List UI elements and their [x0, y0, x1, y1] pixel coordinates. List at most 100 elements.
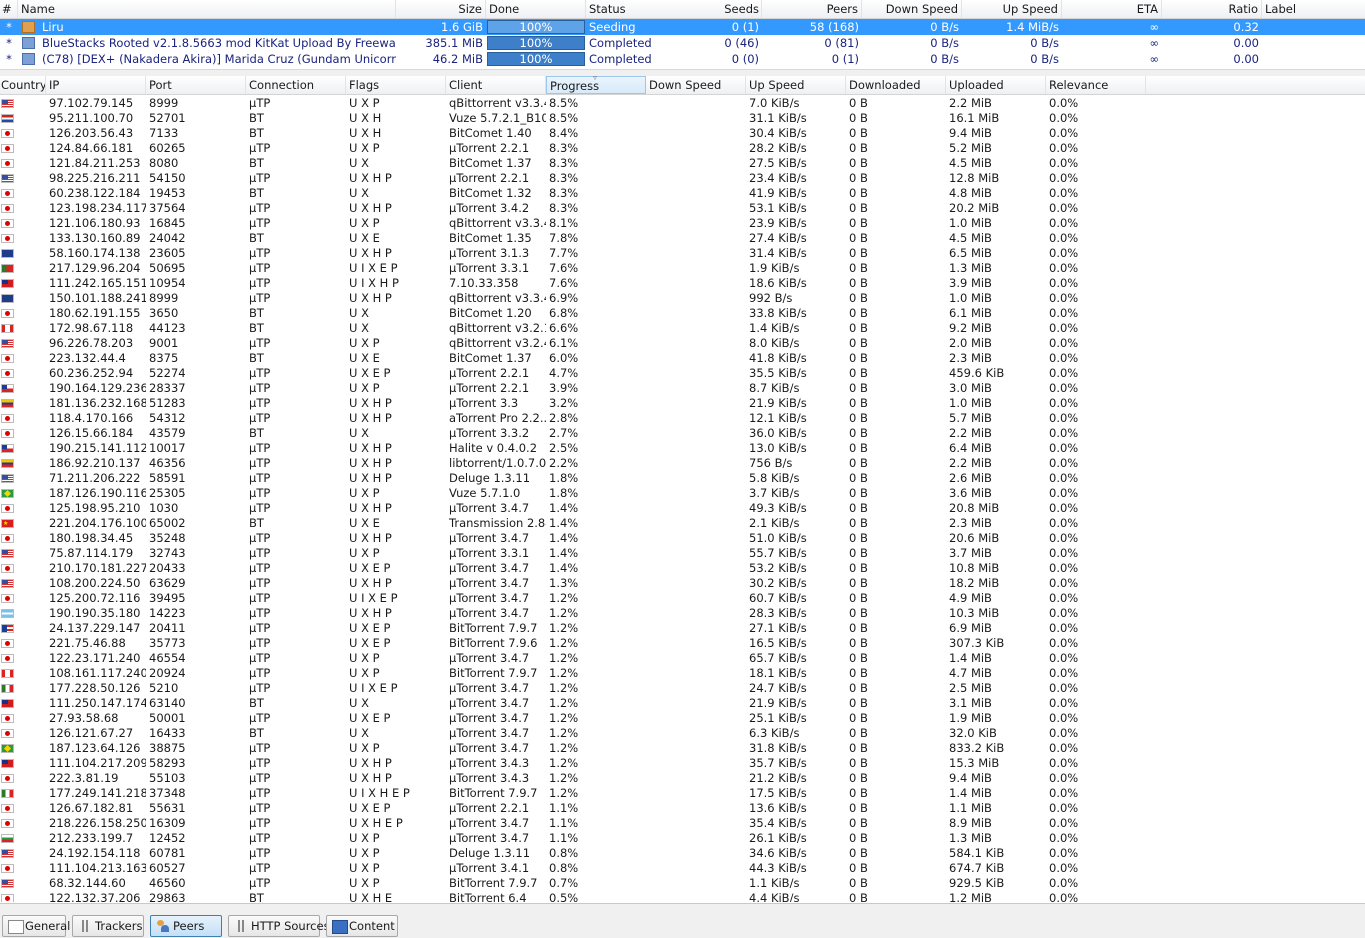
col-header-name[interactable]: Name [18, 0, 396, 18]
tab-http-sources[interactable]: HTTP Sources [228, 915, 330, 937]
peer-flags: U X P [349, 96, 380, 110]
peer-row[interactable]: 111.250.147.174 63140 BT U X µTorrent 3.4.7 1… [0, 696, 1365, 711]
tab-general[interactable]: General [2, 915, 70, 937]
col-header-done[interactable]: Done [486, 0, 586, 18]
peer-row[interactable]: 121.84.211.253 8080 BT U X BitComet 1.37 8.3%… [0, 156, 1365, 171]
peer-row[interactable]: 97.102.79.145 8999 µTP U X P qBittorrent v3.… [0, 96, 1365, 111]
peer-row[interactable]: 122.132.37.206 29863 BT U X H E BitTorrent 6… [0, 891, 1365, 902]
peer-row[interactable]: 111.242.165.151 10954 µTP U I X H P 7.10.33.… [0, 276, 1365, 291]
peer-row[interactable]: 122.23.171.240 46554 µTP U X P µTorrent 3.4.… [0, 651, 1365, 666]
peer-row[interactable]: 217.129.96.204 50695 µTP U I X E P µTorrent … [0, 261, 1365, 276]
peer-row[interactable]: 126.121.67.27 16433 BT U X µTorrent 3.4.7 1.2… [0, 726, 1365, 741]
peer-row[interactable]: 186.92.210.137 46356 µTP U X H P libtorrent/… [0, 456, 1365, 471]
torrent-row[interactable]: * (C78) [DEX+ (Nakadera Akira)] Marida Cr… [0, 51, 1365, 67]
peer-dl: 0 B [849, 531, 868, 545]
col-header-up-speed[interactable]: Up Speed [746, 76, 846, 94]
tab-peers[interactable]: Peers [150, 915, 222, 937]
col-header-seeds[interactable]: Seeds [686, 0, 762, 18]
peer-row[interactable]: 218.226.158.250 16309 µTP U X H E P µTorrent… [0, 816, 1365, 831]
peer-port: 8999 [149, 96, 179, 110]
col-header-uploaded[interactable]: Uploaded [946, 76, 1046, 94]
peer-port: 8080 [149, 156, 179, 170]
col-header-ratio[interactable]: Ratio [1162, 0, 1262, 18]
peer-ul: 8.9 MiB [949, 816, 992, 830]
col-header-peers[interactable]: Peers [762, 0, 862, 18]
peer-row[interactable]: 124.84.66.181 60265 µTP U X P µTorrent 2.2.1… [0, 141, 1365, 156]
col-header-hash[interactable]: # [0, 0, 18, 18]
peer-dl: 0 B [849, 801, 868, 815]
col-header-connection[interactable]: Connection [246, 76, 346, 94]
tab-trackers[interactable]: Trackers [72, 915, 144, 937]
peer-row[interactable]: 221.75.46.88 35773 µTP U X E P BitTorrent 7.… [0, 636, 1365, 651]
peer-row[interactable]: 210.170.181.227 20433 µTP U X E P µTorrent 3… [0, 561, 1365, 576]
col-header-flags[interactable]: Flags [346, 76, 446, 94]
peer-row[interactable]: 108.200.224.50 63629 µTP U X H P µTorrent 3.… [0, 576, 1365, 591]
peer-row[interactable]: 95.211.100.70 52701 BT U X H Vuze 5.7.2.1_B1… [0, 111, 1365, 126]
peer-row[interactable]: 71.211.206.222 58591 µTP U X H P Deluge 1.3.… [0, 471, 1365, 486]
peer-row[interactable]: 96.226.78.203 9001 µTP U X P qBittorrent v3.… [0, 336, 1365, 351]
peer-row[interactable]: 187.126.190.116 25305 µTP U X P Vuze 5.7.1.0… [0, 486, 1365, 501]
col-header-size[interactable]: Size [396, 0, 486, 18]
peer-ip: 108.200.224.50 [49, 576, 141, 590]
peer-row[interactable]: 126.15.66.184 43579 BT U X µTorrent 3.3.2 2.7… [0, 426, 1365, 441]
peer-port: 20924 [149, 666, 186, 680]
peer-row[interactable]: 118.4.170.166 54312 µTP U X H P aTorrent Pro… [0, 411, 1365, 426]
peer-row[interactable]: 111.104.217.209 58293 µTP U X H P µTorrent 3… [0, 756, 1365, 771]
peer-row[interactable]: 24.137.229.147 20411 µTP U X E P BitTorrent … [0, 621, 1365, 636]
peer-up: 992 B/s [749, 291, 793, 305]
torrent-peers: 0 (1) [831, 52, 859, 66]
peer-down [646, 141, 746, 156]
peer-row[interactable]: 187.123.64.126 38875 µTP U X P µTorrent 3.4.… [0, 741, 1365, 756]
peer-row[interactable]: 190.190.35.180 14223 µTP U X H P µTorrent 3.… [0, 606, 1365, 621]
peer-row[interactable]: 125.200.72.116 39495 µTP U I X E P µTorrent … [0, 591, 1365, 606]
torrent-row[interactable]: * Liru 1.6 GiB Seeding 0 (1) 58 (168) 0 B/s 1.4… [0, 19, 1365, 35]
peer-progress: 7.7% [549, 246, 579, 260]
torrent-down: 0 B/s [930, 52, 959, 66]
peer-flags: U I X E P [349, 261, 398, 275]
peer-row[interactable]: 108.161.117.240 20924 µTP U X P BitTorrent 7… [0, 666, 1365, 681]
peer-row[interactable]: 190.164.129.236 28337 µTP U X P µTorrent 2.2… [0, 381, 1365, 396]
peer-row[interactable]: 75.87.114.179 32743 µTP U X P µTorrent 3.3.1… [0, 546, 1365, 561]
col-header-up-speed[interactable]: Up Speed [962, 0, 1062, 18]
peer-row[interactable]: 223.132.44.4 8375 BT U X E BitComet 1.37 6.0%… [0, 351, 1365, 366]
peer-row[interactable]: 172.98.67.118 44123 BT U X qBittorrent v3.2.… [0, 321, 1365, 336]
peer-row[interactable]: 123.198.234.117 37564 µTP U X H P µTorrent 3… [0, 201, 1365, 216]
peer-row[interactable]: 133.130.160.89 24042 BT U X E BitComet 1.35 7… [0, 231, 1365, 246]
col-header-ip[interactable]: IP [46, 76, 146, 94]
peer-row[interactable]: 24.192.154.118 60781 µTP U X P Deluge 1.3.11… [0, 846, 1365, 861]
peer-row[interactable]: 60.236.252.94 52274 µTP U X E P µTorrent 2.2… [0, 366, 1365, 381]
peer-row[interactable]: 180.198.34.45 35248 µTP U X H P µTorrent 3.4… [0, 531, 1365, 546]
col-header-down-speed[interactable]: Down Speed [646, 76, 746, 94]
peer-row[interactable]: 212.233.199.7 12452 µTP U X P µTorrent 3.4.7… [0, 831, 1365, 846]
peer-row[interactable]: 222.3.81.19 55103 µTP U X H P µTorrent 3.4.3… [0, 771, 1365, 786]
col-header-port[interactable]: Port [146, 76, 246, 94]
peer-row[interactable]: 27.93.58.68 50001 µTP U X E P µTorrent 3.4.7… [0, 711, 1365, 726]
col-header-country[interactable]: Country [0, 76, 46, 94]
peer-row[interactable]: 68.32.144.60 46560 µTP U X P BitTorrent 7.9.… [0, 876, 1365, 891]
peer-row[interactable]: 58.160.174.138 23605 µTP U X H P µTorrent 3.… [0, 246, 1365, 261]
peer-row[interactable]: 177.249.141.218 37348 µTP U I X H E P BitTor… [0, 786, 1365, 801]
peer-client: Vuze 5.7.1.0 [449, 486, 521, 500]
peer-row[interactable]: 177.228.50.126 5210 µTP U I X E P µTorrent 3… [0, 681, 1365, 696]
peer-row[interactable]: 221.204.176.10065002 BT U X E Transmission … [0, 516, 1365, 531]
peer-row[interactable]: 180.62.191.155 3650 BT U X BitComet 1.20 6.8%… [0, 306, 1365, 321]
peer-row[interactable]: 150.101.188.241 8999 µTP U X H P qBittorrent… [0, 291, 1365, 306]
tab-content[interactable]: Content [326, 915, 398, 937]
peer-row[interactable]: 125.198.95.210 1030 µTP U X H P µTorrent 3.4… [0, 501, 1365, 516]
torrent-row[interactable]: * BlueStacks Rooted v2.1.8.5663 mod KitKa… [0, 35, 1365, 51]
peer-row[interactable]: 111.104.213.163 60527 µTP U X P µTorrent 3.4… [0, 861, 1365, 876]
peer-client: µTorrent 2.2.1 [449, 366, 530, 380]
peer-row[interactable]: 181.136.232.168 51283 µTP U X H P µTorrent 3… [0, 396, 1365, 411]
peer-row[interactable]: 190.215.141.112 10017 µTP U X H P Halite v 0… [0, 441, 1365, 456]
col-header-downloaded[interactable]: Downloaded [846, 76, 946, 94]
col-header-down-speed[interactable]: Down Speed [862, 0, 962, 18]
peer-row[interactable]: 126.67.182.81 55631 µTP U X E P µTorrent 2.2… [0, 801, 1365, 816]
peer-row[interactable]: 98.225.216.211 54150 µTP U X H P µTorrent 2.… [0, 171, 1365, 186]
peer-row[interactable]: 60.238.122.184 19453 BT U X BitComet 1.32 8.3… [0, 186, 1365, 201]
peer-row[interactable]: 126.203.56.43 7133 BT U X H BitComet 1.40 8.4… [0, 126, 1365, 141]
col-header-label[interactable]: Label [1262, 0, 1365, 18]
col-header-relevance[interactable]: Relevance [1046, 76, 1146, 94]
col-header-eta[interactable]: ETA [1062, 0, 1162, 18]
col-header-client[interactable]: Client [446, 76, 546, 94]
peer-row[interactable]: 121.106.180.93 16845 µTP U X P qBittorrent v… [0, 216, 1365, 231]
